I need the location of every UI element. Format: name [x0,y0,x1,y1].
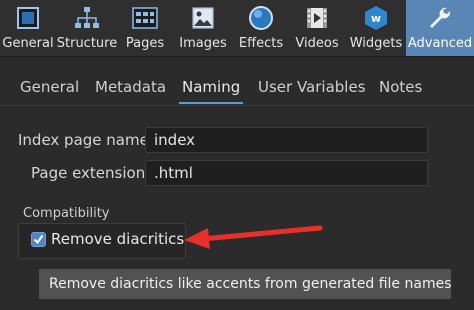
tooltip: Remove diacritics like accents from gene… [39,269,452,299]
toolbar-images-label: Images [179,36,227,51]
effects-icon [248,5,274,31]
toolbar-widgets-label: Widgets [349,36,403,51]
toolbar-effects-button[interactable]: Effects [234,0,288,56]
remove-diacritics-checkbox[interactable] [31,232,46,247]
toolbar-videos-label: Videos [295,36,339,51]
tab-naming[interactable]: Naming [178,70,244,104]
toolbar-advanced-button[interactable]: Advanced [406,0,474,56]
compatibility-group-label: Compatibility [23,206,110,221]
toolbar-pages-label: Pages [125,36,165,51]
tab-general[interactable]: General [20,70,79,104]
videos-icon [304,5,330,31]
toolbar-advanced-label: Advanced [407,36,473,51]
toolbar-general-button[interactable]: General [0,0,56,56]
index-page-name-field[interactable]: index [145,127,428,153]
toolbar-widgets-button[interactable]: w Widgets [346,0,406,56]
page-extension-label: Page extension [31,164,146,182]
toolbar-structure-label: Structure [56,36,118,51]
remove-diacritics-label[interactable]: Remove diacritics [51,230,184,248]
tab-divider [0,105,474,106]
red-arrow-icon [184,225,323,249]
page-extension-field[interactable]: .html [145,160,428,186]
index-page-name-label: Index page name [18,131,149,149]
images-icon [190,5,216,31]
tab-user-variables[interactable]: User Variables [258,70,366,104]
general-icon [15,5,41,31]
widgets-icon-glyph: w [371,12,381,25]
wrench-icon [427,5,453,31]
structure-icon [74,5,100,31]
toolbar-structure-button[interactable]: Structure [56,0,118,56]
toolbar-general-label: General [2,36,54,51]
toolbar-videos-button[interactable]: Videos [288,0,346,56]
toolbar-pages-button[interactable]: Pages [118,0,172,56]
tab-notes[interactable]: Notes [379,70,422,104]
toolbar-effects-label: Effects [238,36,284,51]
tab-bar: General Metadata Naming User Variables N… [0,70,474,106]
checkmark-icon [33,234,44,245]
widgets-icon: w [363,5,389,31]
pages-icon [132,5,158,31]
tab-metadata[interactable]: Metadata [95,70,166,104]
toolbar-images-button[interactable]: Images [172,0,234,56]
toolbar: General Structure Pages Images Effects V… [0,0,474,57]
